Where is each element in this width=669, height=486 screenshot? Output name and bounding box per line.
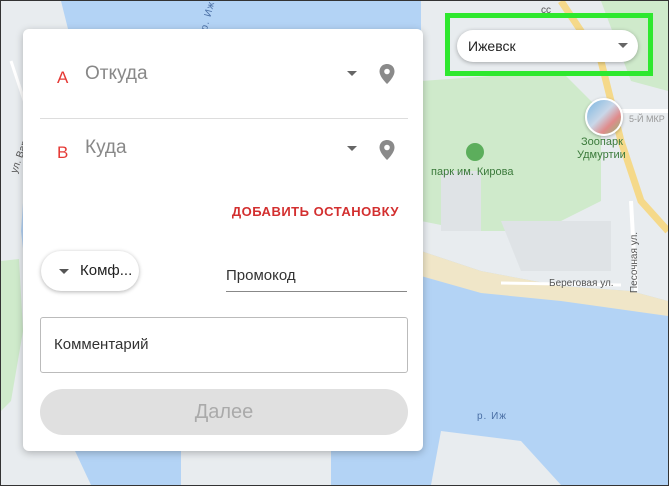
map-label-beregovaya: Береговая ул. (549, 278, 614, 289)
location-pin-icon[interactable] (377, 139, 397, 161)
comment-label: Комментарий (54, 336, 149, 353)
chevron-down-icon (618, 43, 628, 48)
zoo-photo-icon[interactable] (585, 98, 623, 136)
order-panel: А Откуда В Куда ДОБАВИТЬ ОСТАНОВКУ Комф.… (23, 29, 423, 451)
city-select-value: Ижевск (468, 38, 516, 54)
to-letter: В (57, 143, 69, 162)
chevron-down-icon[interactable] (347, 71, 357, 76)
add-stop-button[interactable]: ДОБАВИТЬ ОСТАНОВКУ (232, 204, 399, 219)
map-label-zoo-line1[interactable]: Зоопарк (581, 136, 623, 148)
from-placeholder: Откуда (85, 63, 148, 84)
app-frame: ул. Вараксино р. Иж р. Иж сс парк им. Ки… (0, 0, 669, 486)
map-label-river-bottom: р. Иж (477, 411, 507, 422)
promo-label: Промокод (226, 267, 296, 284)
tree-icon[interactable] (466, 143, 484, 161)
tariff-value: Комф... (80, 262, 133, 279)
from-field[interactable]: А Откуда (39, 44, 407, 104)
map-label-zoo-line2[interactable]: Удмуртии (577, 149, 626, 161)
from-letter: А (57, 68, 69, 87)
comment-input[interactable]: Комментарий (40, 317, 408, 373)
tariff-select[interactable]: Комф... (41, 251, 139, 291)
map-label-park[interactable]: парк им. Кирова (431, 166, 514, 178)
map-label-pesochnaya: Песочная ул. (629, 231, 640, 293)
city-select[interactable]: Ижевск (457, 30, 638, 62)
chevron-down-icon (59, 269, 69, 274)
location-pin-icon[interactable] (377, 63, 397, 85)
next-button[interactable]: Далее (40, 389, 408, 435)
chevron-down-icon[interactable] (347, 146, 357, 151)
promo-input[interactable]: Промокод (226, 261, 407, 292)
map-label-district: 5-Й МКР (629, 114, 665, 124)
to-placeholder: Куда (85, 137, 127, 158)
to-field[interactable]: В Куда (39, 119, 407, 179)
